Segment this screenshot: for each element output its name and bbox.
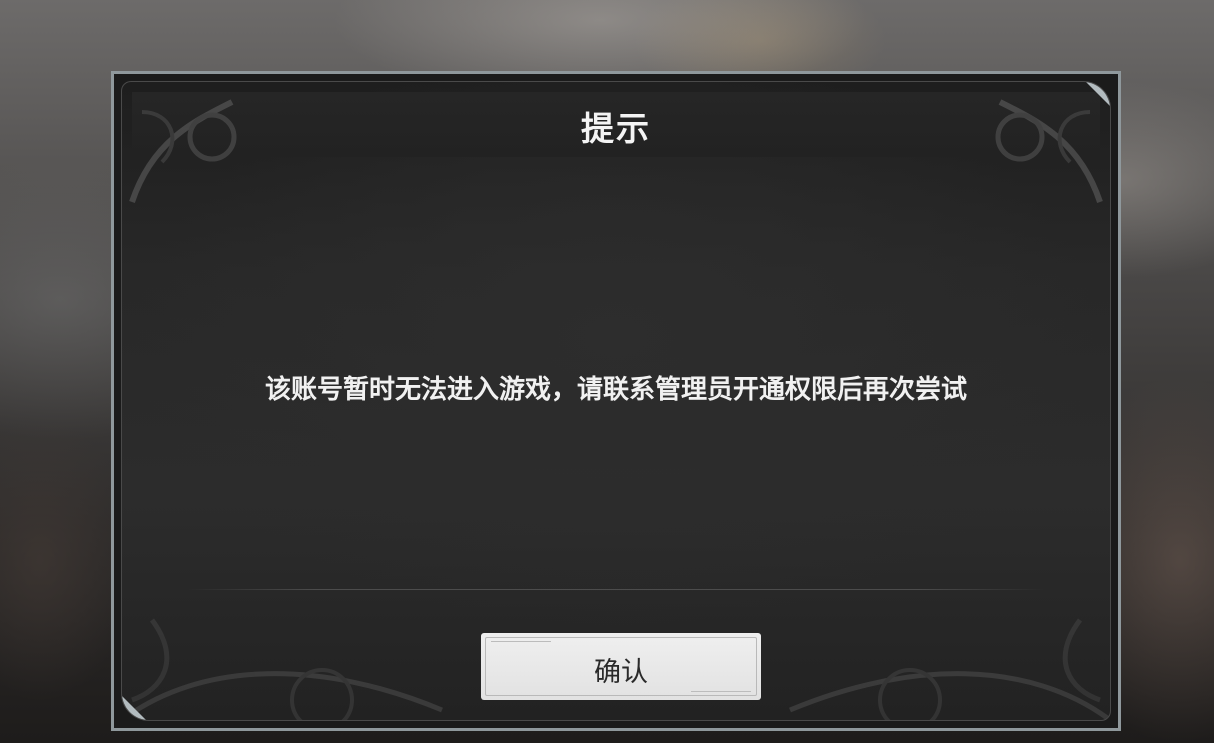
ornament-bottom-right-icon <box>780 600 1110 720</box>
button-decoration-line <box>691 691 751 692</box>
ornament-bottom-left-icon <box>122 600 452 720</box>
corner-accent <box>1086 82 1110 106</box>
dialog-message: 该账号暂时无法进入游戏，请联系管理员开通权限后再次尝试 <box>264 375 967 405</box>
confirm-button[interactable]: 确认 <box>481 633 761 700</box>
button-decoration-line <box>491 641 551 642</box>
dialog-title: 提示 <box>581 109 651 148</box>
confirm-button-label: 确认 <box>594 657 648 688</box>
dialog-panel: 提示 该账号暂时无法进入游戏，请联系管理员开通权限后再次尝试 确认 <box>121 81 1111 721</box>
corner-accent <box>122 696 146 720</box>
notice-dialog: 提示 该账号暂时无法进入游戏，请联系管理员开通权限后再次尝试 确认 <box>111 71 1121 731</box>
divider <box>186 589 1046 590</box>
